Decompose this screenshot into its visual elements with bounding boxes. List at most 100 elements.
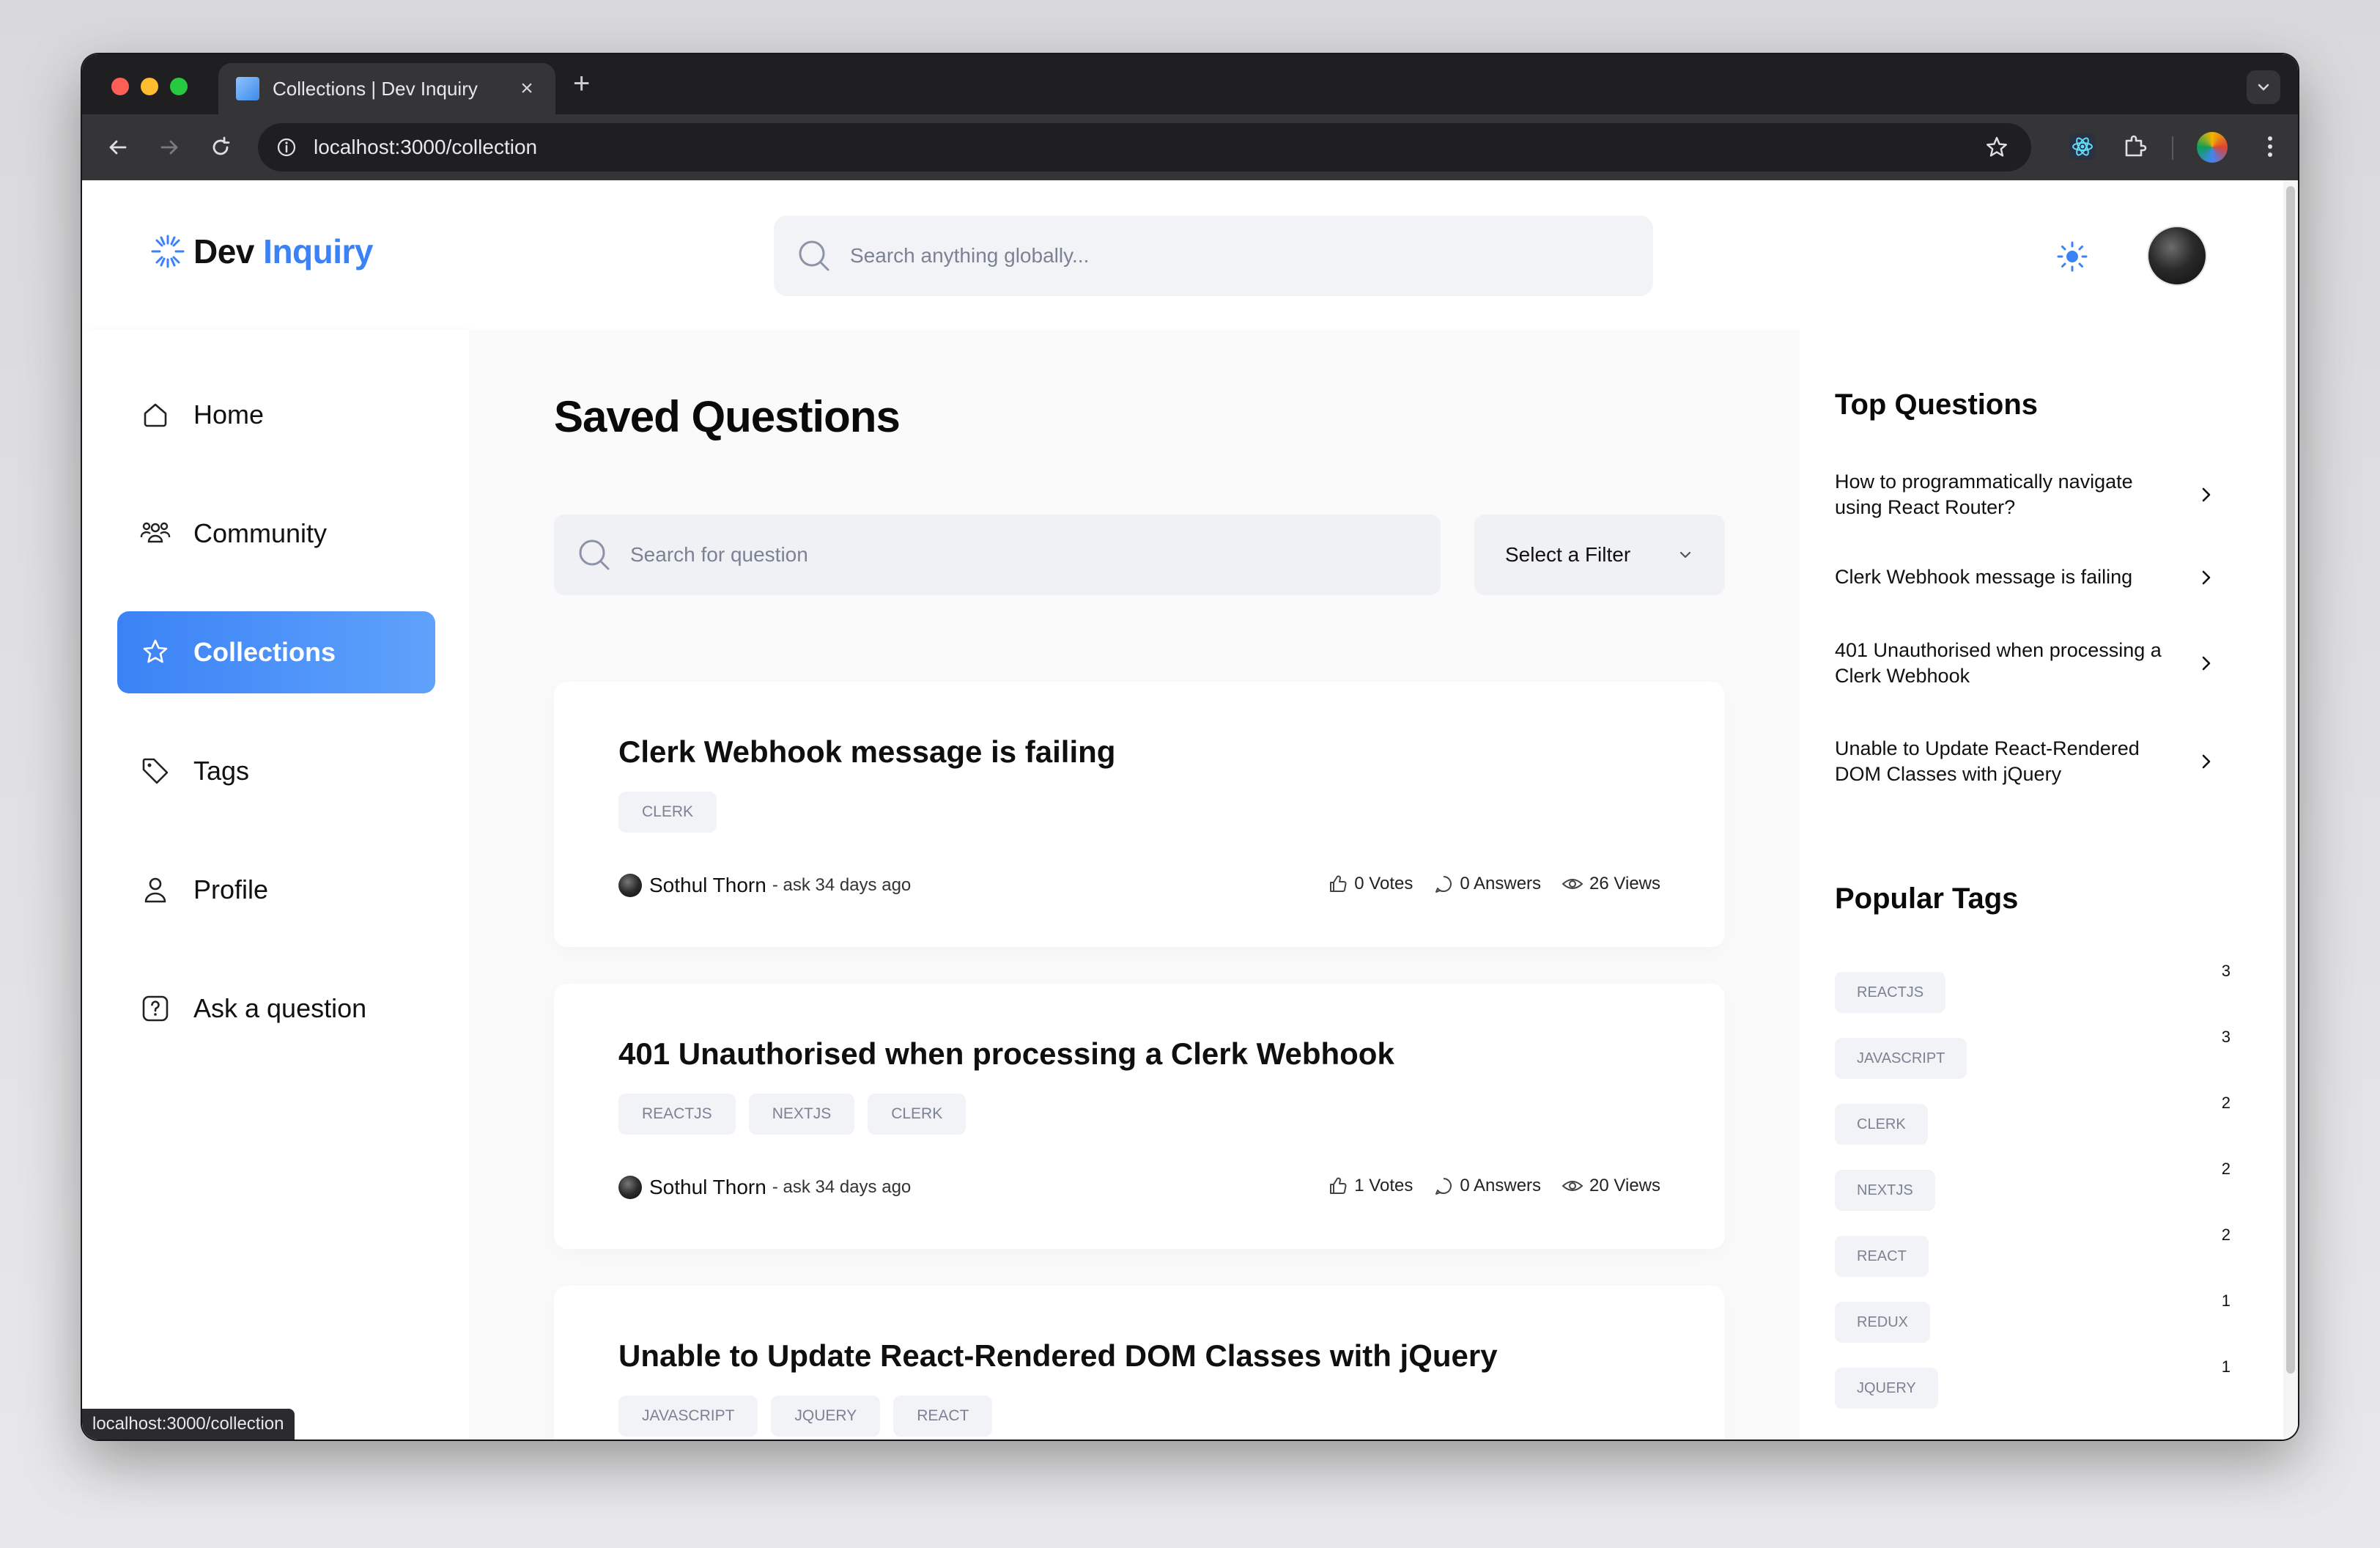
tag-chip[interactable]: REACT xyxy=(893,1396,993,1437)
question-author-meta: Sothul Thorn - ask 34 days ago xyxy=(618,1176,911,1199)
tab-close-icon[interactable]: × xyxy=(516,76,538,101)
tag-chip[interactable]: CLERK xyxy=(868,1094,967,1135)
top-question-link[interactable]: How to programmatically navigate using R… xyxy=(1835,469,2216,520)
top-question-link[interactable]: Unable to Update React-Rendered DOM Clas… xyxy=(1835,736,2216,787)
sidebar-item-label: Profile xyxy=(193,874,269,904)
maximize-window-button[interactable] xyxy=(170,78,188,95)
author-avatar[interactable] xyxy=(618,1176,642,1199)
question-card[interactable]: Clerk Webhook message is failing CLERK S… xyxy=(554,682,1725,947)
bookmark-star-icon[interactable] xyxy=(1984,135,2009,160)
question-search-input[interactable] xyxy=(630,543,1441,567)
global-search-input[interactable] xyxy=(850,244,1653,268)
url-text: localhost:3000/collection xyxy=(314,136,538,158)
author-name[interactable]: Sothul Thorn xyxy=(649,1176,766,1199)
page-scrollbar-thumb[interactable] xyxy=(2286,186,2295,1374)
author-avatar[interactable] xyxy=(618,874,642,897)
question-card[interactable]: 401 Unauthorised when processing a Clerk… xyxy=(554,984,1725,1249)
popular-tag-chip[interactable]: NEXTJS xyxy=(1835,1170,1935,1211)
page-title: Saved Questions xyxy=(554,392,901,441)
global-search-bar[interactable] xyxy=(774,215,1653,296)
popular-tag-count: 1 xyxy=(2221,1291,2231,1310)
top-question-text: Clerk Webhook message is failing xyxy=(1835,566,2133,588)
question-card[interactable]: Unable to Update React-Rendered DOM Clas… xyxy=(554,1286,1725,1440)
popular-tag-chip[interactable]: CLERK xyxy=(1835,1104,1928,1145)
popular-tag-chip[interactable]: REACT xyxy=(1835,1236,1929,1277)
more-menu-icon[interactable] xyxy=(2255,132,2285,161)
star-icon xyxy=(143,639,168,663)
question-stats: 1 Votes 0 Answers 20 Views xyxy=(1328,1176,1660,1196)
extensions-puzzle-icon[interactable] xyxy=(2121,132,2150,161)
search-icon xyxy=(579,539,610,570)
sidebar-item-collections[interactable]: Collections xyxy=(117,611,435,693)
popular-tag-chip[interactable]: REACTJS xyxy=(1835,972,1946,1013)
top-question-text: Unable to Update React-Rendered DOM Clas… xyxy=(1835,737,2140,786)
user-avatar[interactable] xyxy=(2147,226,2207,286)
popular-tag-count: 2 xyxy=(2221,1226,2231,1244)
tab-search-button[interactable] xyxy=(2247,70,2280,104)
author-name[interactable]: Sothul Thorn xyxy=(649,874,766,897)
question-tags: JAVASCRIPT JQUERY REACT xyxy=(618,1396,993,1437)
votes-stat: 1 Votes xyxy=(1328,1176,1413,1196)
question-title-link[interactable]: 401 Unauthorised when processing a Clerk… xyxy=(618,1036,1394,1072)
popular-tag-count: 2 xyxy=(2221,1160,2231,1178)
message-circle-icon xyxy=(1435,1178,1452,1195)
sidebar-item-ask-question[interactable]: Ask a question xyxy=(117,968,435,1050)
tag-chip[interactable]: NEXTJS xyxy=(748,1094,855,1135)
back-button[interactable] xyxy=(104,133,132,161)
tag-chip[interactable]: JAVASCRIPT xyxy=(618,1396,758,1437)
new-tab-button[interactable]: + xyxy=(573,67,590,100)
popular-tag-row[interactable]: JAVASCRIPT 3 xyxy=(1835,1028,2231,1079)
question-search-bar[interactable] xyxy=(554,515,1441,595)
popular-tag-count: 3 xyxy=(2221,962,2231,980)
question-tags: CLERK xyxy=(618,792,717,833)
popular-tag-row[interactable]: JQUERY 1 xyxy=(1835,1357,2231,1409)
popular-tag-row[interactable]: REACTJS 3 xyxy=(1835,962,2231,1013)
popular-tag-chip[interactable]: JAVASCRIPT xyxy=(1835,1038,1967,1079)
popular-tag-count: 2 xyxy=(2221,1094,2231,1112)
browser-tab[interactable]: Collections | Dev Inquiry × xyxy=(218,63,555,114)
answers-count: 0 Answers xyxy=(1460,874,1542,893)
main-content: Saved Questions Select a Filter Clerk We… xyxy=(469,330,1800,1440)
tag-chip[interactable]: REACTJS xyxy=(618,1094,736,1135)
popular-tag-row[interactable]: REACT 2 xyxy=(1835,1226,2231,1277)
chevron-right-icon xyxy=(2202,656,2211,671)
site-info-icon[interactable] xyxy=(276,136,298,158)
popular-tag-count: 1 xyxy=(2221,1357,2231,1376)
home-icon xyxy=(144,403,167,427)
forward-button[interactable] xyxy=(155,133,183,161)
filter-select[interactable]: Select a Filter xyxy=(1474,515,1725,595)
react-devtools-icon[interactable] xyxy=(2068,132,2097,161)
popular-tag-row[interactable]: CLERK 2 xyxy=(1835,1094,2231,1145)
minimize-window-button[interactable] xyxy=(141,78,158,95)
views-stat: 26 Views xyxy=(1562,874,1660,894)
sidebar-item-home[interactable]: Home xyxy=(117,374,435,456)
thumbs-up-icon xyxy=(1330,1177,1347,1194)
top-questions-heading: Top Questions xyxy=(1835,388,2039,421)
close-window-button[interactable] xyxy=(111,78,129,95)
popular-tag-chip[interactable]: REDUX xyxy=(1835,1302,1931,1343)
tag-chip[interactable]: CLERK xyxy=(618,792,717,833)
top-question-link[interactable]: 401 Unauthorised when processing a Clerk… xyxy=(1835,638,2216,689)
sun-icon[interactable] xyxy=(2056,240,2088,273)
logo-text: Dev Inquiry xyxy=(193,232,374,271)
sidebar-item-tags[interactable]: Tags xyxy=(117,730,435,812)
address-bar[interactable]: localhost:3000/collection xyxy=(258,123,2031,172)
sidebar-item-profile[interactable]: Profile xyxy=(117,849,435,931)
question-title-link[interactable]: Clerk Webhook message is failing xyxy=(618,734,1115,770)
popular-tags-heading: Popular Tags xyxy=(1835,882,2019,915)
popular-tag-chip[interactable]: JQUERY xyxy=(1835,1368,1938,1409)
asked-time: - ask 34 days ago xyxy=(772,1177,912,1197)
question-title-link[interactable]: Unable to Update React-Rendered DOM Clas… xyxy=(618,1338,1498,1374)
sidebar-item-label: Ask a question xyxy=(193,993,367,1023)
profile-avatar-icon[interactable] xyxy=(2197,132,2228,163)
sidebar-item-community[interactable]: Community xyxy=(117,493,435,575)
tag-chip[interactable]: JQUERY xyxy=(771,1396,881,1437)
sidebar-item-label: Tags xyxy=(193,756,250,786)
popular-tag-row[interactable]: NEXTJS 2 xyxy=(1835,1160,2231,1211)
reload-button[interactable] xyxy=(207,133,234,161)
thumbs-up-icon xyxy=(1330,875,1347,892)
site-logo[interactable]: Dev Inquiry xyxy=(149,232,374,271)
popular-tag-row[interactable]: REDUX 1 xyxy=(1835,1291,2231,1343)
top-question-link[interactable]: Clerk Webhook message is failing xyxy=(1835,564,2216,590)
favicon-icon xyxy=(236,77,259,100)
